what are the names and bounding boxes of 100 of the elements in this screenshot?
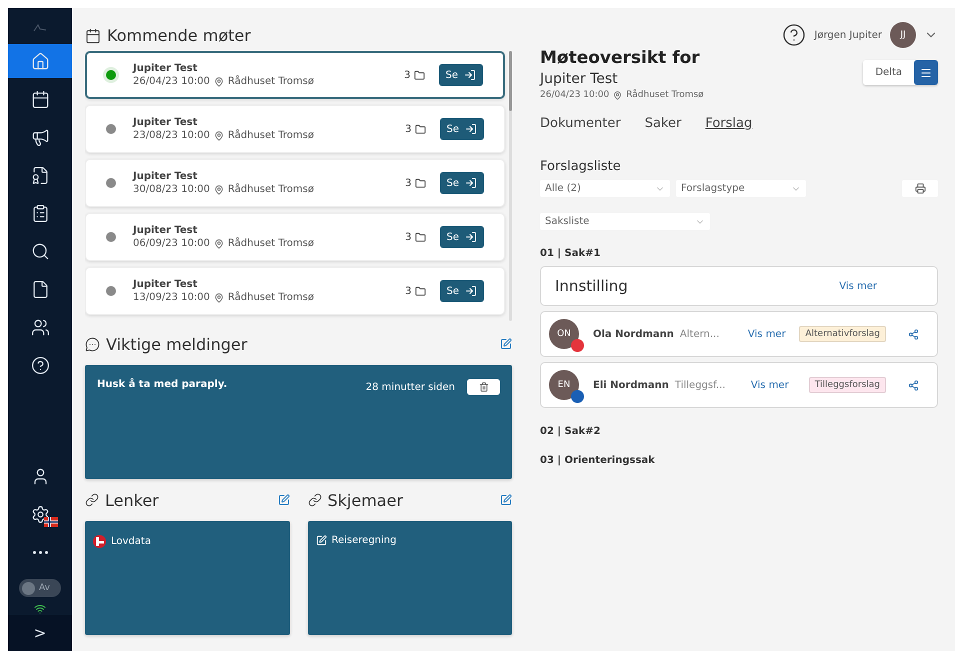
login-icon <box>465 231 477 243</box>
open-meeting-button[interactable]: Se <box>440 172 484 194</box>
meeting-location: Rådhuset Tromsø <box>228 184 314 195</box>
list-title: Forslagsliste <box>540 159 622 174</box>
settings-icon <box>30 504 50 524</box>
meeting-date: 26/04/23 10:00 <box>540 90 610 100</box>
page-title: Møteoversikt for <box>540 48 701 68</box>
meeting-date: 26/04/23 10:00 <box>133 76 210 87</box>
meeting-location: Rådhuset Tromsø <box>228 76 314 87</box>
proposal-type-tag: Tilleggsforslag <box>808 377 886 393</box>
section-title: Viktige meldinger <box>106 334 248 354</box>
open-meeting-button[interactable]: Se <box>438 64 483 86</box>
folder-icon <box>414 70 424 80</box>
case-heading: 01 | Sak#1 <box>540 248 602 259</box>
calendar-icon <box>30 90 50 108</box>
show-more-link[interactable]: Vis mer <box>748 328 786 340</box>
case-heading: 03 | Orienteringssak <box>540 455 656 466</box>
help-icon <box>30 356 50 374</box>
show-more-link[interactable]: Vis mer <box>839 280 877 292</box>
document-count: 3 <box>405 124 412 134</box>
document-count: 3 <box>405 178 412 188</box>
tab[interactable]: Forslag <box>705 116 752 131</box>
login-icon <box>465 285 477 297</box>
edit-icon[interactable] <box>500 494 512 506</box>
printer-icon <box>914 183 926 194</box>
login-icon <box>465 177 477 189</box>
meeting-card[interactable]: Jupiter Test 13/09/23 10:00 Rådhuset Tromsø 3 Se <box>85 267 505 315</box>
proposer-name: Ola Nordmann <box>593 328 674 340</box>
location-icon <box>214 292 224 302</box>
user-name: Jørgen Jupiter <box>814 30 882 40</box>
meeting-location: Rådhuset Tromsø <box>626 90 704 100</box>
status-dot <box>106 70 116 80</box>
proposer-name: Eli Nordmann <box>593 380 669 390</box>
chat-icon <box>85 336 100 352</box>
edit-icon[interactable] <box>500 338 512 350</box>
meeting-location: Rådhuset Tromsø <box>228 130 314 141</box>
user-avatar[interactable]: JJ <box>890 22 916 48</box>
file-icon <box>30 280 50 298</box>
toggle-switch[interactable]: Av <box>19 579 61 597</box>
proposal-excerpt: Altern... <box>680 328 720 340</box>
folder-icon <box>414 232 426 242</box>
message-time: 28 minutter siden <box>366 382 455 392</box>
edit-icon[interactable] <box>278 494 290 506</box>
message-text: Husk å ta med paraply. <box>97 379 228 390</box>
section-title: Lenker <box>105 490 159 510</box>
share-icon[interactable] <box>908 328 919 340</box>
filter-dropdown[interactable]: Forslagstype <box>676 180 806 197</box>
proposal-avatar: ON <box>549 319 579 349</box>
join-button[interactable]: Delta <box>863 60 914 85</box>
login-icon <box>464 69 476 81</box>
tab[interactable]: Saker <box>644 116 682 131</box>
filter-dropdown[interactable]: Alle (2) <box>540 180 670 197</box>
section-title: Skjemaer <box>328 490 404 510</box>
location-icon <box>214 130 224 140</box>
location-icon <box>214 184 224 194</box>
open-meeting-button[interactable]: Se <box>440 118 484 140</box>
meeting-card[interactable]: Jupiter Test 23/08/23 10:00 Rådhuset Tromsø 3 Se <box>85 105 505 153</box>
filter-dropdown[interactable]: Saksliste <box>540 213 710 230</box>
open-meeting-button[interactable]: Se <box>440 226 484 248</box>
recommendation-title: Innstilling <box>555 277 628 295</box>
link[interactable]: Lovdata <box>93 535 282 548</box>
meeting-card[interactable]: Jupiter Test 30/08/23 10:00 Rådhuset Tromsø 3 Se <box>85 159 505 207</box>
delete-button[interactable] <box>467 379 500 395</box>
section-title: Kommende møter <box>107 26 251 45</box>
login-icon <box>465 123 477 135</box>
logo-icon <box>33 24 47 32</box>
meeting-card[interactable]: Jupiter Test 26/04/23 10:00 Rådhuset Tromsø 3 Se <box>85 51 505 99</box>
more-icon <box>32 550 48 554</box>
meeting-date: 23/08/23 10:00 <box>133 130 210 141</box>
meeting-title: Jupiter Test <box>133 225 198 236</box>
expand-button[interactable]: > <box>8 615 72 651</box>
logo-icon <box>93 535 106 548</box>
menu-icon <box>920 66 932 78</box>
status-dot <box>106 124 116 134</box>
meeting-title: Jupiter Test <box>133 171 198 182</box>
menu-button[interactable] <box>914 60 938 85</box>
calendar-icon <box>85 28 101 44</box>
open-meeting-button[interactable]: Se <box>440 280 484 302</box>
meeting-date: 30/08/23 10:00 <box>133 184 210 195</box>
tab[interactable]: Dokumenter <box>540 116 621 131</box>
location-icon <box>214 238 224 248</box>
meeting-date: 13/09/23 10:00 <box>133 292 210 303</box>
folder-icon <box>414 178 426 188</box>
proposal-excerpt: Tilleggsf... <box>674 380 726 390</box>
show-more-link[interactable]: Vis mer <box>750 380 789 390</box>
meeting-location: Rådhuset Tromsø <box>228 292 314 303</box>
status-dot <box>106 286 116 296</box>
proposal-type-tag: Alternativforslag <box>799 326 886 342</box>
house-icon <box>30 52 50 70</box>
certificate-icon <box>30 166 50 184</box>
share-icon[interactable] <box>908 380 919 390</box>
print-button[interactable] <box>902 180 938 197</box>
form-link[interactable]: Reiseregning <box>316 535 504 546</box>
link-icon <box>308 493 322 507</box>
meeting-title: Jupiter Test <box>133 117 198 128</box>
folder-icon <box>414 286 426 296</box>
document-count: 3 <box>404 70 410 80</box>
help-icon[interactable] <box>782 23 806 47</box>
meeting-card[interactable]: Jupiter Test 06/09/23 10:00 Rådhuset Tromsø 3 Se <box>85 213 505 261</box>
search-icon <box>30 242 50 260</box>
